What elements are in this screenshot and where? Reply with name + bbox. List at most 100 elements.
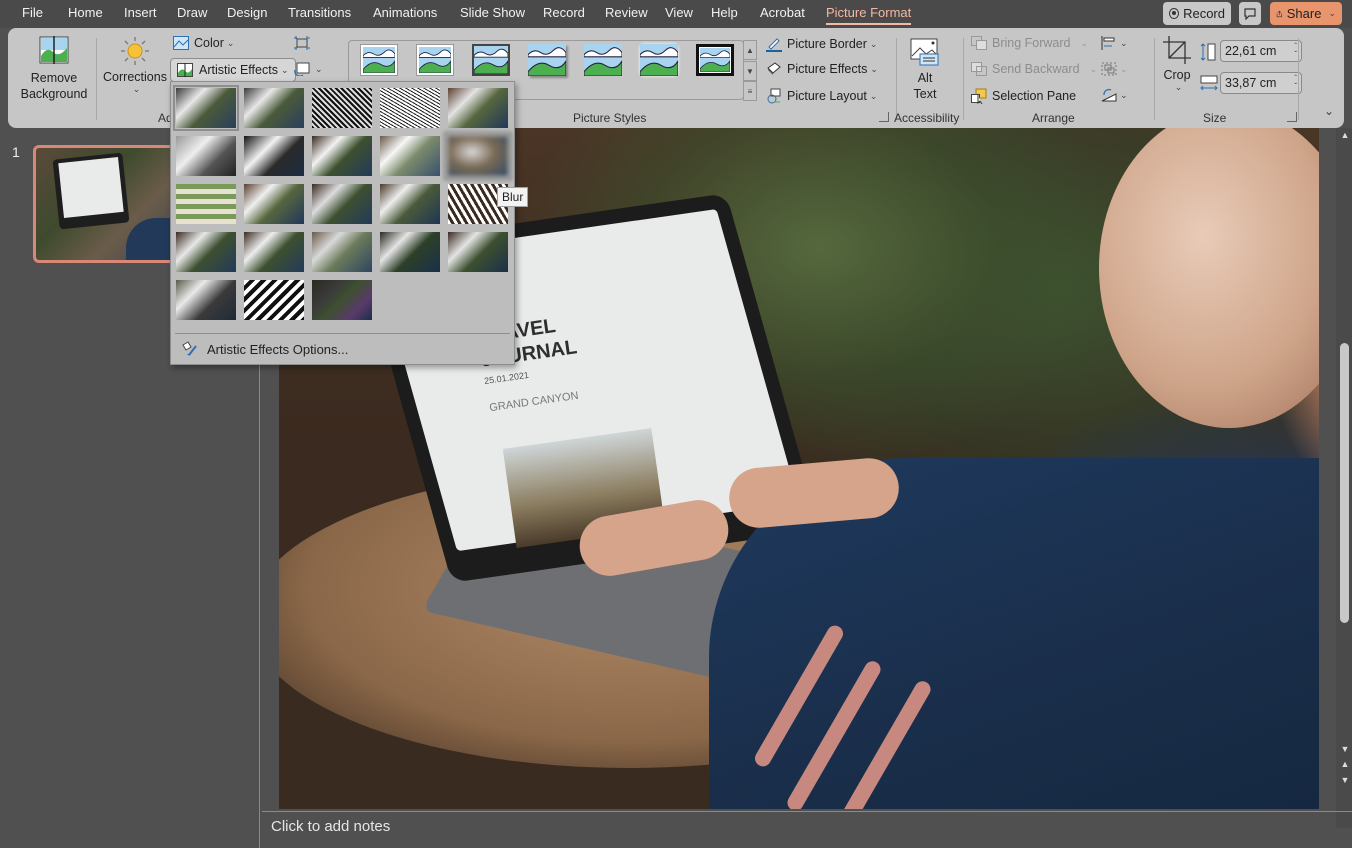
selection-pane-button[interactable]: Selection Pane xyxy=(971,88,1076,104)
chevron-down-icon: ⌄ xyxy=(869,90,878,101)
chevron-down-icon: ⌄ xyxy=(870,63,878,74)
change-picture-button[interactable]: ⌄ xyxy=(294,62,323,76)
artistic-effect-cutout[interactable] xyxy=(312,232,372,272)
tab-picture-format[interactable]: Picture Format xyxy=(826,5,912,25)
color-button[interactable]: Color ⌄ xyxy=(173,36,234,50)
artistic-effect-chalk-sketch[interactable] xyxy=(176,136,236,176)
artistic-effects-menu: Artistic Effects Options... xyxy=(170,81,515,365)
rotate-button[interactable]: ⌄ xyxy=(1101,88,1128,102)
height-icon xyxy=(1200,43,1216,61)
align-button[interactable]: ⌄ xyxy=(1101,36,1128,50)
next-slide-icon[interactable]: ▼ xyxy=(1339,775,1351,785)
crop-button[interactable]: Crop ⌄ xyxy=(1160,36,1194,93)
record-button[interactable]: Record xyxy=(1163,2,1231,25)
tab-insert[interactable]: Insert xyxy=(124,5,157,20)
artistic-effect-none[interactable] xyxy=(173,85,239,131)
artistic-effect-plastic-wrap[interactable] xyxy=(244,232,304,272)
accessibility-group-label: Accessibility xyxy=(894,111,960,125)
artistic-effect-mosaic-bubbles[interactable] xyxy=(176,184,236,224)
collapse-ribbon-icon[interactable]: ⌄ xyxy=(1324,104,1334,118)
artistic-effect-pencil-grayscale[interactable] xyxy=(312,88,372,128)
bring-forward-button[interactable]: Bring Forward ⌄ xyxy=(971,36,1088,50)
picture-style-option[interactable] xyxy=(360,44,398,76)
send-backward-button[interactable]: Send Backward ⌄ xyxy=(971,62,1097,76)
tab-review[interactable]: Review xyxy=(605,5,648,20)
picture-style-option[interactable] xyxy=(639,44,679,77)
artistic-effect-blur[interactable] xyxy=(444,132,512,180)
scrollbar-thumb[interactable] xyxy=(1340,343,1349,623)
picture-styles-group-label: Picture Styles xyxy=(573,111,647,125)
tab-design[interactable]: Design xyxy=(227,5,267,20)
previous-slide-icon[interactable]: ▲ xyxy=(1339,759,1351,769)
scroll-down-icon[interactable]: ▼ xyxy=(1339,744,1351,754)
picture-style-option[interactable] xyxy=(416,44,454,76)
picture-style-option[interactable] xyxy=(583,44,623,77)
gallery-scroll-down[interactable]: ▼ xyxy=(743,61,757,81)
picture-styles-launcher-icon[interactable] xyxy=(879,112,889,122)
chevron-down-icon: ⌄ xyxy=(280,64,289,75)
person-head-image xyxy=(1099,128,1319,428)
picture-style-option[interactable] xyxy=(472,44,510,76)
tab-record[interactable]: Record xyxy=(543,5,585,20)
tab-acrobat[interactable]: Acrobat xyxy=(760,5,805,20)
record-label: Record xyxy=(1183,6,1225,21)
tab-slide-show[interactable]: Slide Show xyxy=(460,5,525,20)
share-button[interactable]: Share ⌄ xyxy=(1270,2,1342,25)
group-objects-button[interactable]: ⌄ xyxy=(1101,62,1128,76)
artistic-effect-line-drawing[interactable] xyxy=(448,88,508,128)
artistic-effects-options-item[interactable]: Artistic Effects Options... xyxy=(181,341,348,357)
alt-text-button[interactable]: Alt Text xyxy=(904,38,946,102)
artistic-effect-film-grain[interactable] xyxy=(448,232,508,272)
picture-effects-button[interactable]: Picture Effects ⌄ xyxy=(766,62,878,76)
tab-help[interactable]: Help xyxy=(711,5,738,20)
chevron-down-icon: ⌄ xyxy=(1328,8,1336,18)
width-spinner[interactable]: ˆˇ xyxy=(1294,75,1297,91)
shape-height-input[interactable]: 22,61 cm ˆˇ xyxy=(1220,40,1302,62)
artistic-effects-button[interactable]: Artistic Effects ⌄ xyxy=(170,58,296,82)
ribbon-tab-bar: File Home Insert Draw Design Transitions… xyxy=(0,0,1352,28)
artistic-effect-glow-edges[interactable] xyxy=(312,280,372,320)
picture-style-option[interactable] xyxy=(527,44,567,77)
artistic-effect-marker[interactable] xyxy=(244,88,304,128)
comments-button[interactable] xyxy=(1239,2,1261,25)
compress-pictures-button[interactable] xyxy=(294,36,310,50)
gallery-more-button[interactable]: ≡ xyxy=(743,81,757,101)
artistic-effect-paint-strokes[interactable] xyxy=(244,136,304,176)
tab-draw[interactable]: Draw xyxy=(177,5,207,20)
picture-border-button[interactable]: Picture Border ⌄ xyxy=(766,36,877,52)
alt-text-icon xyxy=(910,38,939,66)
separator xyxy=(1154,38,1155,120)
height-spinner[interactable]: ˆˇ xyxy=(1294,43,1297,59)
artistic-effect-texturizer[interactable] xyxy=(380,184,440,224)
picture-layout-button[interactable]: Picture Layout ⌄ xyxy=(766,88,877,104)
artistic-effect-glow-diffused[interactable] xyxy=(380,136,440,176)
size-launcher-icon[interactable] xyxy=(1287,112,1297,122)
picture-style-option[interactable] xyxy=(696,44,734,76)
artistic-effect-cement[interactable] xyxy=(312,184,372,224)
artistic-effect-pastels-smooth[interactable] xyxy=(176,232,236,272)
artistic-effect-photocopy[interactable] xyxy=(380,232,440,272)
artistic-effect-glass[interactable] xyxy=(244,184,304,224)
artistic-effect-light-screen[interactable] xyxy=(244,280,304,320)
tab-transitions[interactable]: Transitions xyxy=(288,5,351,20)
separator xyxy=(896,38,897,120)
chevron-down-icon: ⌄ xyxy=(1120,89,1128,100)
tab-file[interactable]: File xyxy=(22,5,43,20)
tab-view[interactable]: View xyxy=(665,5,693,20)
shape-width-input[interactable]: 33,87 cm ˆˇ xyxy=(1220,72,1302,94)
artistic-effect-pencil-sketch[interactable] xyxy=(380,88,440,128)
chevron-down-icon: ⌄ xyxy=(315,63,323,74)
artistic-effect-watercolor-sponge[interactable] xyxy=(176,280,236,320)
send-backward-icon xyxy=(971,62,987,76)
gallery-scroll-up[interactable]: ▲ xyxy=(743,40,757,60)
scroll-up-icon[interactable]: ▲ xyxy=(1339,130,1351,140)
notes-input[interactable]: Click to add notes xyxy=(271,818,390,835)
bring-forward-label: Bring Forward xyxy=(992,36,1071,50)
chevron-down-icon: ⌄ xyxy=(1089,63,1098,74)
artistic-effect-paint-brush[interactable] xyxy=(312,136,372,176)
remove-background-button[interactable]: Remove Background xyxy=(18,36,90,102)
powerpoint-window: File Home Insert Draw Design Transitions… xyxy=(0,0,1352,848)
tab-animations[interactable]: Animations xyxy=(373,5,437,20)
corrections-button[interactable]: Corrections ⌄ xyxy=(102,36,168,95)
tab-home[interactable]: Home xyxy=(68,5,103,20)
